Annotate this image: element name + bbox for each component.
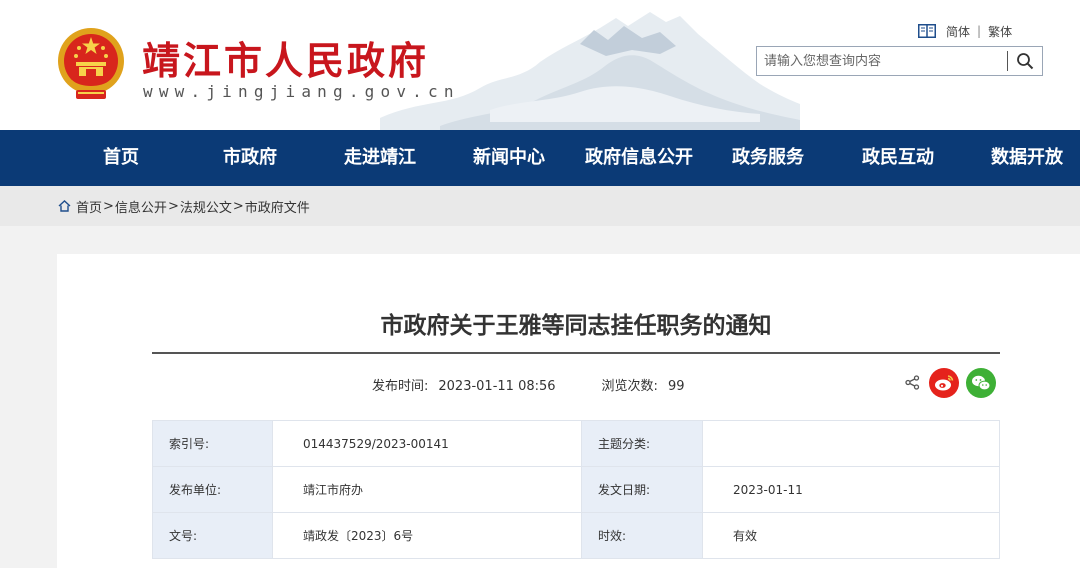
breadcrumb-city-government-docs[interactable]: 市政府文件 <box>245 197 310 216</box>
topic-category-label: 主题分类: <box>581 420 703 467</box>
nav-item-news-center[interactable]: 新闻中心 <box>473 130 545 186</box>
home-icon <box>58 200 71 212</box>
breadcrumb-separator: > <box>167 198 179 214</box>
nav-item-city-government[interactable]: 市政府 <box>223 130 277 186</box>
breadcrumb-regulations[interactable]: 法规公文 <box>180 197 232 216</box>
issue-date-value: 2023-01-11 <box>702 466 1000 513</box>
main-nav: 首页 市政府 走进靖江 新闻中心 政府信息公开 政务服务 政民互动 数据开放 <box>0 130 1080 186</box>
view-count-value: 99 <box>667 379 685 394</box>
book-icon <box>918 24 936 38</box>
document-number-label: 文号: <box>152 512 273 559</box>
breadcrumb-home[interactable]: 首页 <box>76 197 102 216</box>
document-info-table: 索引号: 014437529/2023-00141 主题分类: 发布单位: 靖江… <box>152 420 1000 559</box>
topic-category-value <box>702 420 1000 467</box>
table-row: 索引号: 014437529/2023-00141 主题分类: <box>152 420 1000 467</box>
breadcrumb-separator: > <box>103 198 114 214</box>
wechat-icon <box>972 375 991 391</box>
breadcrumb-info-disclosure[interactable]: 信息公开 <box>115 197 167 216</box>
title-divider <box>152 352 1000 354</box>
validity-label: 时效: <box>581 512 703 559</box>
search-input[interactable] <box>757 47 1007 75</box>
publish-time-value: 2023-01-11 08:56 <box>438 379 556 394</box>
site-url: www.jingjiang.gov.cn <box>143 82 460 101</box>
landscape-illustration <box>380 12 800 130</box>
site-header: 靖江市人民政府 www.jingjiang.gov.cn 简体 | 繁体 <box>0 0 1080 130</box>
site-name: 靖江市人民政府 <box>142 38 430 83</box>
wechat-share-button[interactable] <box>966 368 996 398</box>
national-emblem-icon <box>58 28 124 99</box>
search-button[interactable] <box>1008 47 1042 75</box>
share-icon[interactable] <box>905 375 920 390</box>
weibo-share-button[interactable] <box>929 368 959 398</box>
index-number-value: 014437529/2023-00141 <box>272 420 582 467</box>
nav-item-open-data[interactable]: 数据开放 <box>991 130 1063 186</box>
lang-separator: | <box>977 24 982 38</box>
publish-time-label: 发布时间: <box>372 379 429 394</box>
lang-simplified-link[interactable]: 简体 <box>946 23 970 40</box>
table-row: 发布单位: 靖江市府办 发文日期: 2023-01-11 <box>152 466 1000 513</box>
breadcrumb: 首页 > 信息公开 > 法规公文 > 市政府文件 <box>0 186 1080 226</box>
breadcrumb-separator: > <box>232 198 244 214</box>
article-card: 市政府关于王雅等同志挂任职务的通知 发布时间: 2023-01-11 08:56 浏… <box>57 254 1080 568</box>
nav-item-public-interaction[interactable]: 政民互动 <box>862 130 934 186</box>
validity-value: 有效 <box>702 512 1000 559</box>
search-box <box>756 46 1043 76</box>
nav-item-info-disclosure[interactable]: 政府信息公开 <box>585 130 693 186</box>
index-number-label: 索引号: <box>152 420 273 467</box>
document-number-value: 靖政发〔2023〕6号 <box>272 512 582 559</box>
nav-item-government-services[interactable]: 政务服务 <box>732 130 804 186</box>
view-count-label: 浏览次数: <box>601 379 658 394</box>
nav-item-home[interactable]: 首页 <box>103 130 139 186</box>
article-title: 市政府关于王雅等同志挂任职务的通知 <box>380 313 772 339</box>
lang-traditional-link[interactable]: 繁体 <box>988 23 1012 40</box>
nav-item-about-jingjiang[interactable]: 走进靖江 <box>344 130 416 186</box>
search-icon <box>1017 53 1034 70</box>
weibo-icon <box>935 375 954 391</box>
issue-date-label: 发文日期: <box>581 466 703 513</box>
article-meta: 发布时间: 2023-01-11 08:56 浏览次数: 99 <box>372 375 684 394</box>
publisher-value: 靖江市府办 <box>272 466 582 513</box>
table-row: 文号: 靖政发〔2023〕6号 时效: 有效 <box>152 512 1000 559</box>
publisher-label: 发布单位: <box>152 466 273 513</box>
language-switcher: 简体 | 繁体 <box>918 22 1012 40</box>
